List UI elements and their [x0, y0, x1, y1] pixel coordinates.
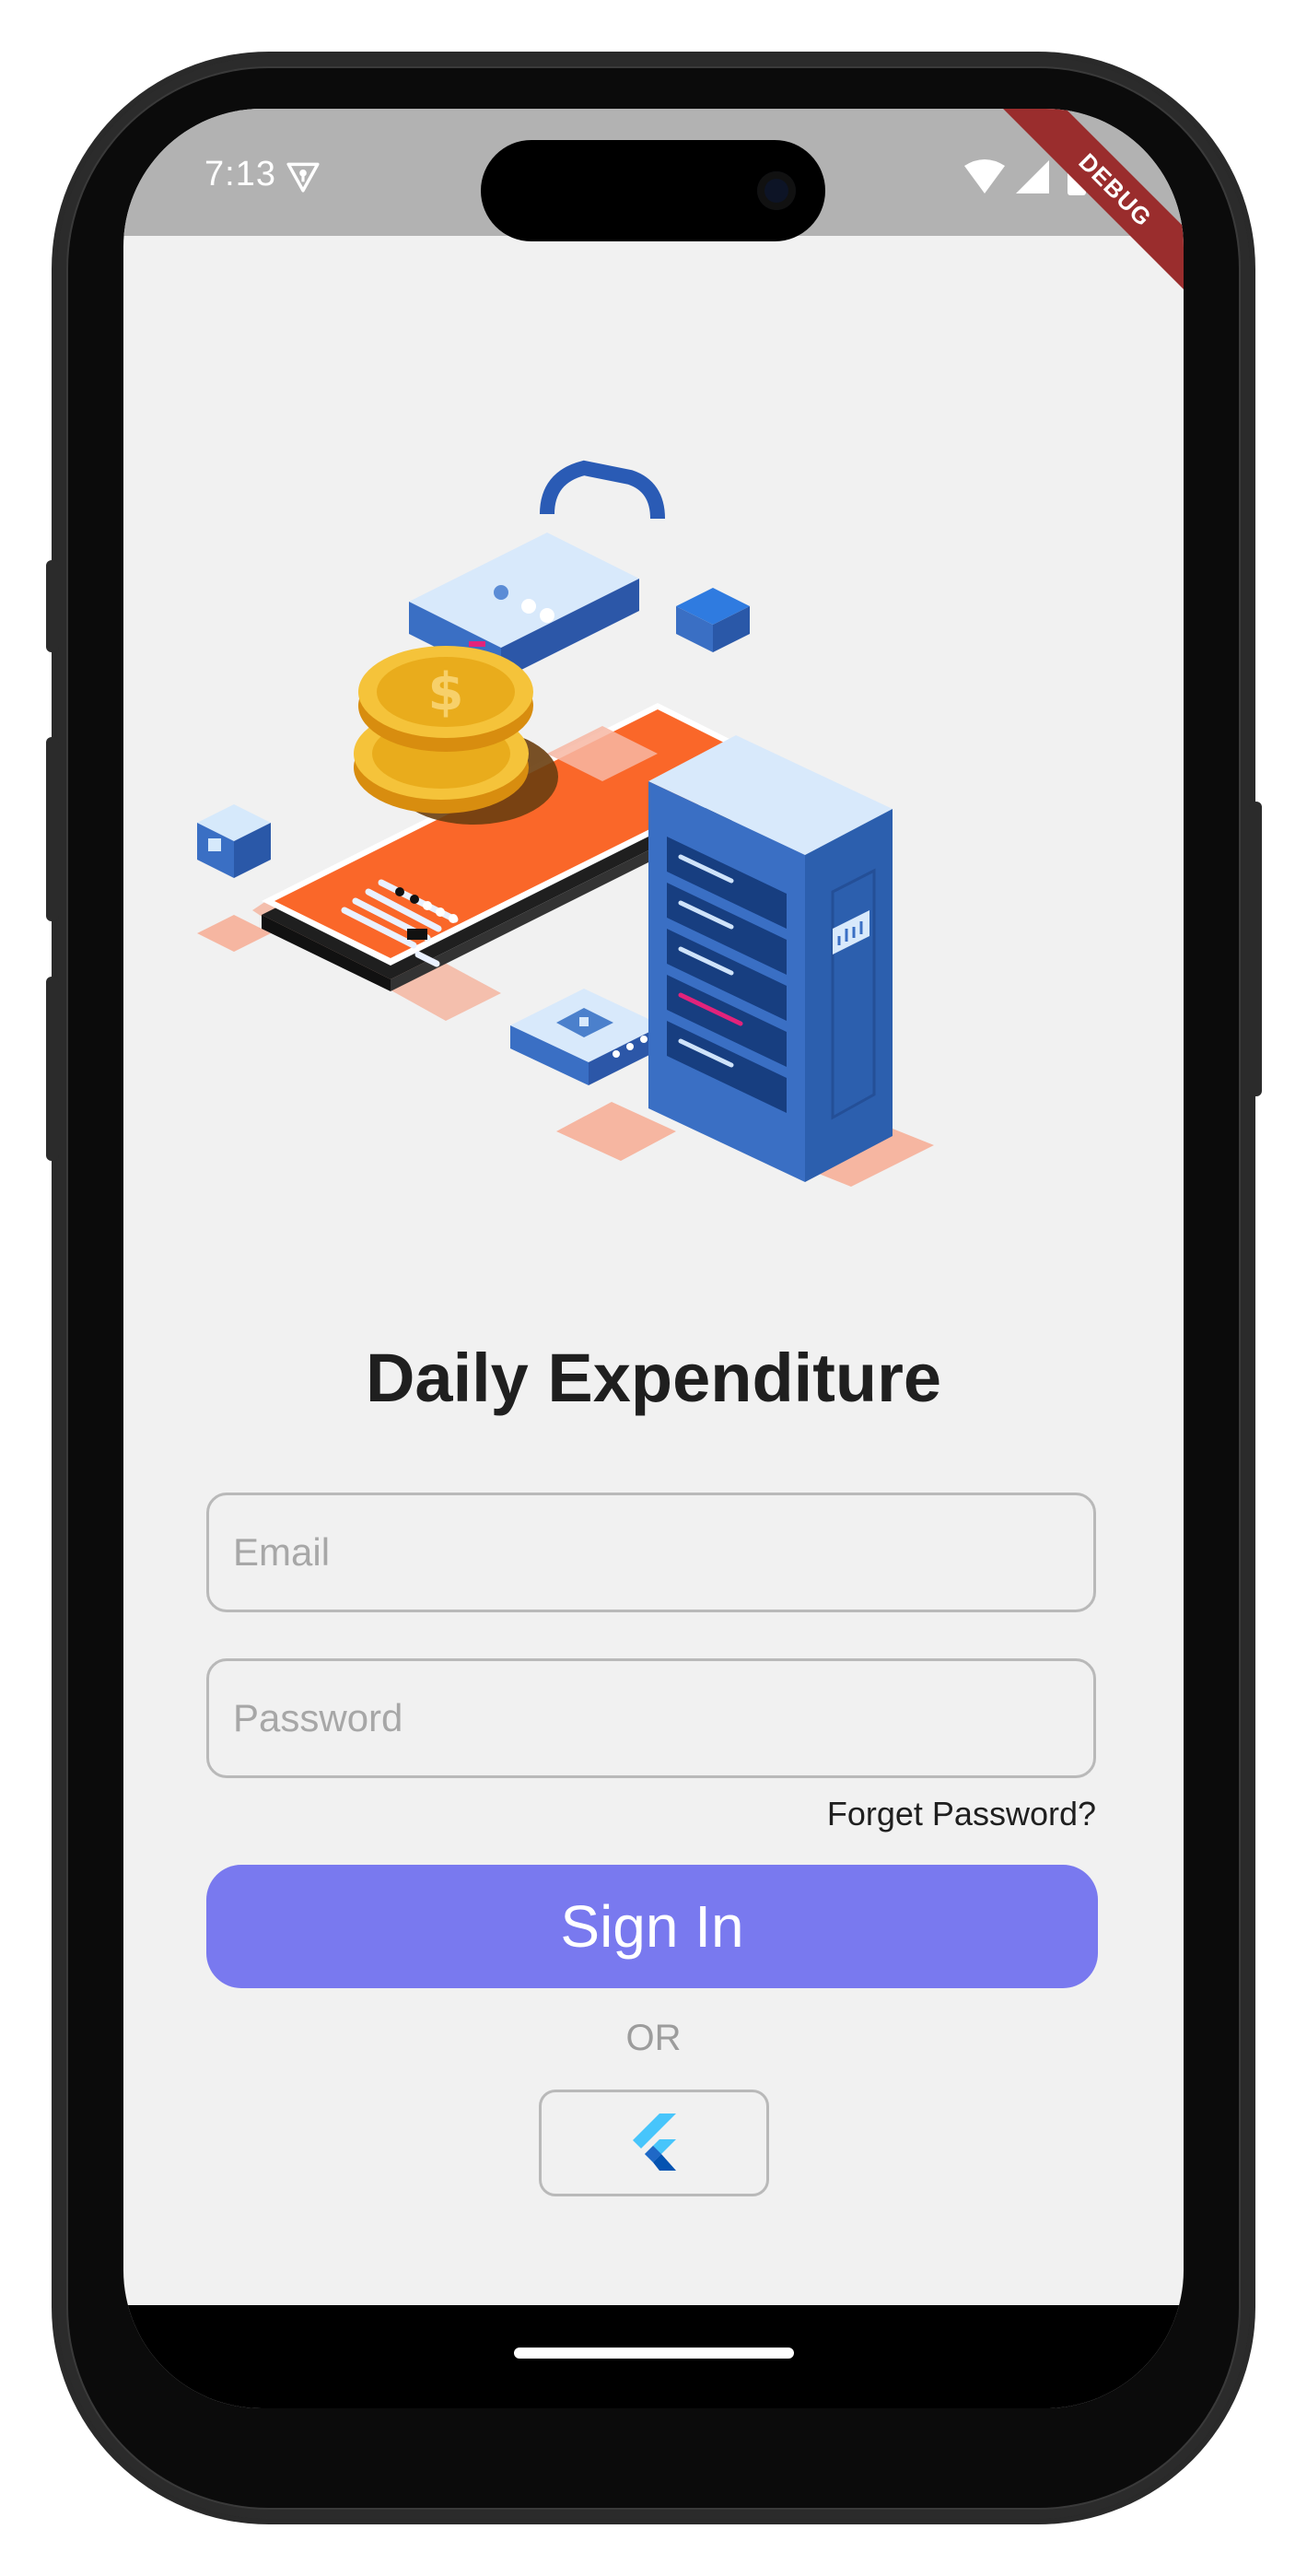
sign-in-button[interactable]: Sign In	[206, 1865, 1098, 1988]
svg-text:$: $	[428, 662, 464, 722]
phone-volume-up-button	[46, 737, 59, 921]
home-area	[123, 2305, 1184, 2408]
signal-icon	[1016, 160, 1049, 193]
flutter-login-button[interactable]	[539, 2090, 769, 2196]
email-field[interactable]	[206, 1493, 1096, 1612]
phone-power-button	[1249, 802, 1262, 1096]
flutter-logo-icon	[633, 2113, 676, 2171]
phone-volume-down-button	[46, 977, 59, 1161]
front-camera	[757, 171, 796, 210]
status-bar: 7:13 DEBUG	[123, 109, 1184, 317]
wifi-icon	[964, 159, 1005, 193]
or-divider-label: OR	[625, 2018, 682, 2058]
phone-side-button	[46, 560, 59, 652]
app-title: Daily Expenditure	[365, 1340, 942, 1416]
forgot-password-link[interactable]: Forget Password?	[827, 1795, 1096, 1833]
password-field[interactable]	[206, 1658, 1096, 1778]
app-screen: 7:13 DEBUG $ Daily Expenditure Email For…	[123, 109, 1184, 2408]
dynamic-island	[481, 140, 825, 241]
vpn-key-icon	[286, 162, 320, 193]
hero-illustration: $	[197, 460, 934, 1187]
home-indicator[interactable]	[514, 2348, 794, 2359]
status-time: 7:13	[204, 155, 276, 193]
debug-banner: DEBUG	[988, 109, 1184, 317]
